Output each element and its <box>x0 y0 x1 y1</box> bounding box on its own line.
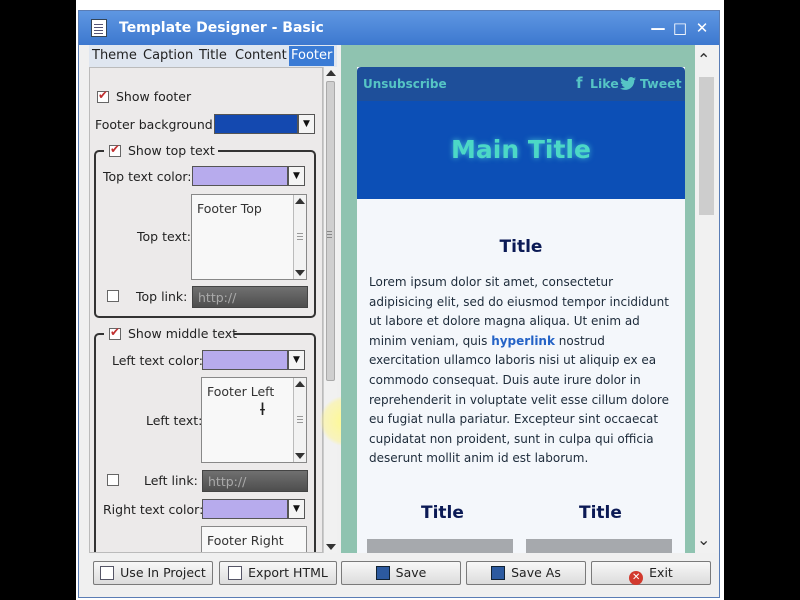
scroll-down-arrow-icon[interactable] <box>295 270 305 276</box>
maximize-button[interactable]: □ <box>671 19 689 37</box>
scroll-up-arrow-icon[interactable] <box>326 70 336 76</box>
right-text-input[interactable]: Footer Right <box>201 526 307 552</box>
content-title: Title <box>499 237 543 257</box>
exit-label: Exit <box>649 565 673 580</box>
left-text-scrollbar[interactable] <box>293 378 306 462</box>
bottom-button-bar: Use In Project Export HTML Save Save As … <box>79 555 719 597</box>
left-text-color-label: Left text color: <box>112 353 203 368</box>
show-top-text-label: Show top text <box>128 143 215 158</box>
top-link-input[interactable]: http:// <box>192 286 308 308</box>
template-preview: Unsubscribe f Like Tweet Main Title Titl… <box>341 45 695 553</box>
export-html-button[interactable]: Export HTML <box>219 561 337 585</box>
title-bar: Template Designer - Basic — □ ✕ <box>79 11 719 45</box>
chevron-up-icon[interactable]: ⌃ <box>697 52 710 68</box>
unsubscribe-link[interactable]: Unsubscribe <box>363 77 447 91</box>
show-footer-checkbox[interactable] <box>97 88 109 103</box>
preview-scrollbar[interactable]: ⌃ ⌄ <box>695 45 719 553</box>
top-link-checkbox[interactable] <box>107 290 119 302</box>
top-text-color-dropdown[interactable]: ▼ <box>288 166 305 186</box>
window-title: Template Designer - Basic <box>119 20 324 36</box>
right-text-color-label: Right text color: <box>103 502 204 517</box>
scroll-grip-icon <box>327 231 332 232</box>
save-label: Save <box>395 565 427 580</box>
content-body: Lorem ipsum dolor sit amet, consectetur … <box>369 273 677 469</box>
scroll-grip-icon <box>297 416 303 417</box>
left-link-label: Left link: <box>144 473 198 488</box>
text-cursor-icon: Ɨ <box>260 400 266 420</box>
facebook-icon: f <box>576 74 583 92</box>
show-middle-text-checkbox[interactable] <box>109 325 121 340</box>
footer-background-label: Footer background: <box>95 117 217 132</box>
settings-panel-scrollbar[interactable] <box>323 67 337 553</box>
project-icon <box>100 566 115 580</box>
letterbox-right <box>724 0 800 600</box>
minimize-button[interactable]: — <box>649 19 667 37</box>
top-link-label: Top link: <box>136 289 188 304</box>
top-text-scrollbar[interactable] <box>293 195 306 279</box>
use-in-project-button[interactable]: Use In Project <box>93 561 213 585</box>
left-text-value: Footer Left <box>207 384 275 399</box>
body-hyperlink[interactable]: hyperlink <box>491 334 555 348</box>
top-text-input[interactable]: Footer Top <box>191 194 307 280</box>
footer-background-swatch[interactable] <box>214 114 298 134</box>
export-icon <box>228 566 243 580</box>
twitter-icon <box>620 77 636 90</box>
preview-banner: Main Title <box>357 101 685 199</box>
preview-scrollbar-thumb[interactable] <box>699 77 714 215</box>
top-text-label: Top text: <box>137 229 191 244</box>
left-link-checkbox[interactable] <box>107 474 119 486</box>
scroll-up-arrow-icon[interactable] <box>295 381 305 387</box>
scroll-up-arrow-icon[interactable] <box>295 198 305 204</box>
export-html-label: Export HTML <box>248 565 328 580</box>
footer-background-dropdown[interactable]: ▼ <box>298 114 315 134</box>
floppy-disk-pencil-icon <box>491 566 506 580</box>
tab-footer[interactable]: Footer <box>289 46 335 66</box>
save-as-label: Save As <box>511 565 561 580</box>
column-image-left <box>367 539 513 553</box>
top-text-color-label: Top text color: <box>103 169 192 184</box>
show-top-text-checkbox[interactable] <box>109 142 121 157</box>
left-text-color-dropdown[interactable]: ▼ <box>288 350 305 370</box>
show-middle-text-label: Show middle text <box>128 326 238 341</box>
template-designer-window: Template Designer - Basic — □ ✕ Theme Ca… <box>78 10 720 598</box>
column-title-left: Title <box>421 503 464 523</box>
tweet-link[interactable]: Tweet <box>640 76 682 91</box>
tab-content[interactable]: Content <box>233 46 289 66</box>
show-footer-label: Show footer <box>116 89 192 104</box>
main-title: Main Title <box>451 135 591 164</box>
save-as-button[interactable]: Save As <box>466 561 586 585</box>
right-text-color-dropdown[interactable]: ▼ <box>288 499 305 519</box>
footer-settings-panel: Show footer Footer background: ▼ Show to… <box>89 67 323 553</box>
left-text-input[interactable]: Footer Left <box>201 377 307 463</box>
scroll-grip-icon <box>297 233 303 234</box>
exit-button[interactable]: ✕ Exit <box>591 561 711 585</box>
close-circle-icon: ✕ <box>629 571 644 585</box>
email-template-card: Unsubscribe f Like Tweet Main Title Titl… <box>357 67 685 553</box>
tab-caption[interactable]: Caption <box>141 46 195 66</box>
column-title-right: Title <box>579 503 622 523</box>
left-text-color-swatch[interactable] <box>202 350 288 370</box>
like-link[interactable]: Like <box>590 76 619 91</box>
use-in-project-label: Use In Project <box>120 565 206 580</box>
preview-header-bar: Unsubscribe f Like Tweet <box>357 67 685 101</box>
close-button[interactable]: ✕ <box>693 19 711 37</box>
tab-title[interactable]: Title <box>197 46 229 66</box>
column-image-right <box>526 539 672 553</box>
floppy-disk-icon <box>375 566 390 580</box>
left-text-label: Left text: <box>146 413 203 428</box>
chevron-down-icon[interactable]: ⌄ <box>697 532 710 548</box>
top-text-color-swatch[interactable] <box>192 166 288 186</box>
scroll-down-arrow-icon[interactable] <box>326 544 336 550</box>
tab-theme[interactable]: Theme <box>90 46 139 66</box>
top-text-value: Footer Top <box>197 201 262 216</box>
body-text-part: nostrud exercitation ullamco laboris nis… <box>369 333 669 466</box>
letterbox-left <box>0 0 76 600</box>
document-icon <box>91 19 107 37</box>
left-link-input[interactable]: http:// <box>202 470 308 492</box>
scroll-down-arrow-icon[interactable] <box>295 453 305 459</box>
right-text-value: Footer Right <box>207 533 284 548</box>
save-button[interactable]: Save <box>341 561 461 585</box>
right-text-color-swatch[interactable] <box>202 499 288 519</box>
tab-strip: Theme Caption Title Content Footer <box>89 45 337 67</box>
